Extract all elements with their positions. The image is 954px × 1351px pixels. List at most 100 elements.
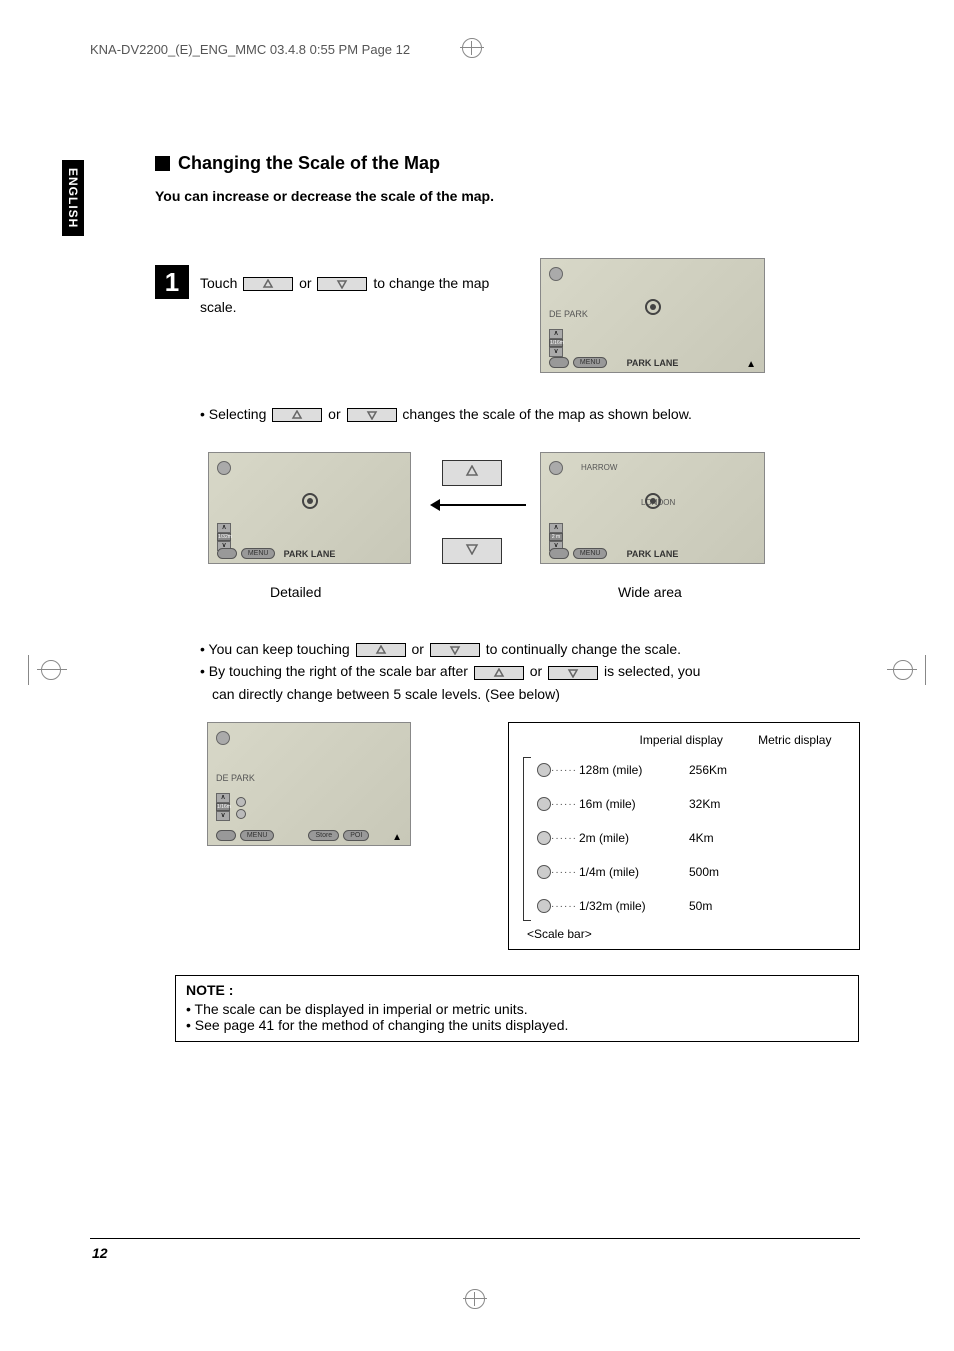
location-point-icon xyxy=(645,493,661,509)
map-zoom-up: ∧ xyxy=(549,329,563,339)
widearea-label: Wide area xyxy=(618,584,682,600)
metric-header: Metric display xyxy=(758,733,847,747)
imperial-value: 128m (mile) xyxy=(579,763,689,777)
map-screenshot-wide: HARROW LONDON ∧ 2 m ∨ MENU PARK LANE xyxy=(540,452,765,564)
zoom-out-icon xyxy=(317,277,367,291)
selecting-suffix: changes the scale of the map as shown be… xyxy=(402,406,692,422)
map-zoom-up: ∧ xyxy=(549,523,563,533)
page-number: 12 xyxy=(92,1245,108,1261)
metric-value: 4Km xyxy=(689,831,769,845)
map-north-arrow-icon: ▲ xyxy=(746,359,756,370)
map-btn-menu: MENU xyxy=(573,548,608,559)
triangle-up-icon xyxy=(465,465,479,477)
note-line1: • The scale can be displayed in imperial… xyxy=(186,1001,848,1017)
map-btn-blank xyxy=(216,830,236,841)
zoom-out-icon xyxy=(347,408,397,422)
location-point-icon xyxy=(302,493,318,509)
location-point-icon xyxy=(645,299,661,315)
map-btn-blank xyxy=(549,357,569,368)
map-harrow-label: HARROW xyxy=(581,463,617,472)
scale-dot-icon xyxy=(537,831,551,845)
compass-icon xyxy=(549,461,563,475)
map-zoom-control: ∧ 1/16m ∨ xyxy=(216,793,232,823)
imperial-header: Imperial display xyxy=(640,733,759,747)
dots-icon: ······ xyxy=(551,901,579,912)
dots-icon: ······ xyxy=(551,765,579,776)
map-zoom-up: ∧ xyxy=(217,523,231,533)
crop-mark-left xyxy=(12,655,67,685)
crop-mark-top xyxy=(460,36,484,60)
step-text-before: Touch xyxy=(200,275,241,291)
keep-line2a: • By touching the right of the scale bar… xyxy=(200,663,472,679)
map-btn-poi: POI xyxy=(343,830,369,841)
language-tab: ENGLISH xyxy=(62,160,84,236)
scale-dot-icon xyxy=(537,797,551,811)
metric-value: 32Km xyxy=(689,797,769,811)
imperial-value: 1/4m (mile) xyxy=(579,865,689,879)
crop-mark-bottom xyxy=(463,1287,487,1311)
section-subtitle: You can increase or decrease the scale o… xyxy=(155,188,494,204)
map-zoom-scale: 1/32m xyxy=(217,533,231,541)
zoom-in-icon xyxy=(243,277,293,291)
left-arrow-icon xyxy=(438,504,526,506)
zoom-in-box xyxy=(442,460,502,486)
zoom-in-icon xyxy=(474,666,524,680)
selecting-text: • Selecting or changes the scale of the … xyxy=(200,406,692,422)
note-line2: • See page 41 for the method of changing… xyxy=(186,1017,848,1033)
compass-icon xyxy=(549,267,563,281)
metric-value: 256Km xyxy=(689,763,769,777)
table-row: ······ 16m (mile) 32Km xyxy=(537,787,847,821)
map-bottom-buttons: MENU xyxy=(549,548,607,559)
map-btn-blank xyxy=(217,548,237,559)
map-zoom-up: ∧ xyxy=(216,793,230,803)
keep-line2b: is selected, you xyxy=(604,663,701,679)
compass-icon xyxy=(217,461,231,475)
table-row: ······ 128m (mile) 256Km xyxy=(537,753,847,787)
crop-mark-right xyxy=(887,655,942,685)
zoom-out-icon xyxy=(548,666,598,680)
selecting-or: or xyxy=(328,406,340,422)
section-title-row: Changing the Scale of the Map xyxy=(155,153,440,174)
dots-icon: ······ xyxy=(551,799,579,810)
bullet-square-icon xyxy=(155,156,170,171)
imperial-value: 2m (mile) xyxy=(579,831,689,845)
dots-icon: ······ xyxy=(551,867,579,878)
map-screenshot-scalebar: DE PARK ∧ 1/16m ∨ MENU Store POI ▲ xyxy=(207,722,411,846)
zoom-out-box xyxy=(442,538,502,564)
selecting-prefix: • Selecting xyxy=(200,406,270,422)
keep-line3: can directly change between 5 scale leve… xyxy=(212,686,560,702)
keep-line1a: • You can keep touching xyxy=(200,641,354,657)
page-rule xyxy=(90,1238,860,1239)
map-screenshot-detailed: ∧ 1/32m ∨ MENU PARK LANE xyxy=(208,452,411,564)
map-parklane-label: PARK LANE xyxy=(627,549,679,559)
note-title: NOTE : xyxy=(186,982,848,998)
step-number: 1 xyxy=(155,265,189,299)
map-btn-menu: MENU xyxy=(573,357,608,368)
map-bottom-buttons: MENU xyxy=(217,548,275,559)
table-row: ······ 1/4m (mile) 500m xyxy=(537,855,847,889)
map-bottom-buttons: MENU Store POI xyxy=(216,830,369,841)
map-btn-store: Store xyxy=(308,830,339,841)
section-title: Changing the Scale of the Map xyxy=(178,153,440,174)
keep-touching-text: • You can keep touching or to continuall… xyxy=(200,638,770,705)
map-zoom-down: ∨ xyxy=(549,347,563,357)
step-or: or xyxy=(299,275,311,291)
map-zoom-down: ∨ xyxy=(216,811,230,821)
map-btn-menu: MENU xyxy=(240,830,275,841)
keep-line2-or: or xyxy=(530,663,542,679)
scale-dot-icon xyxy=(537,763,551,777)
map-depark-label: DE PARK xyxy=(549,309,588,319)
step-text: Touch or to change the map scale. xyxy=(200,272,520,320)
map-north-arrow-icon: ▲ xyxy=(392,832,402,843)
detailed-label: Detailed xyxy=(270,584,321,600)
scale-bar-label: <Scale bar> xyxy=(527,927,847,941)
triangle-down-icon xyxy=(465,543,479,555)
map-depark-label: DE PARK xyxy=(216,773,255,783)
bracket-icon xyxy=(523,757,531,921)
map-parklane-label: PARK LANE xyxy=(627,358,679,368)
map-parklane-label: PARK LANE xyxy=(284,549,336,559)
header-meta: KNA-DV2200_(E)_ENG_MMC 03.4.8 0:55 PM Pa… xyxy=(90,42,410,57)
note-box: NOTE : • The scale can be displayed in i… xyxy=(175,975,859,1042)
imperial-value: 16m (mile) xyxy=(579,797,689,811)
imperial-value: 1/32m (mile) xyxy=(579,899,689,913)
